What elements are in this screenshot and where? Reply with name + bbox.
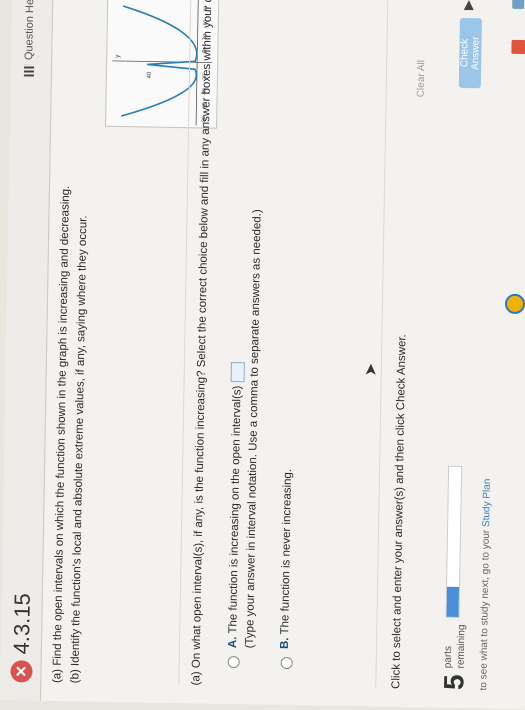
parts-remaining: 5 parts remaining: [438, 624, 470, 691]
parts-label: parts: [442, 645, 455, 669]
footer-divider: [375, 0, 389, 689]
option-a-content: A. The function is increasing on the ope…: [226, 209, 264, 649]
y-tick-label: 40: [147, 71, 153, 78]
clear-all-button[interactable]: Clear All: [416, 60, 428, 97]
blue-app-icon[interactable]: [512, 0, 525, 10]
progress-fill: [446, 586, 460, 617]
help-bubble-icon[interactable]: [504, 293, 525, 315]
interval-answer-box[interactable]: [230, 362, 245, 383]
progress-bar: [445, 465, 463, 619]
study-plan-note: to see what to study next, go to your St…: [478, 479, 493, 691]
option-a-radio[interactable]: [227, 655, 240, 669]
option-b-letter: B.: [278, 637, 292, 650]
option-a[interactable]: A. The function is increasing on the ope…: [226, 209, 264, 669]
parts-count: 5: [438, 674, 470, 691]
study-text: to see what to study next, go to your: [478, 529, 493, 691]
grid-icon: [23, 64, 35, 77]
prompt: (a) Find the open intervals on which the…: [48, 123, 94, 684]
question-help-button[interactable]: Question Help: [23, 0, 37, 77]
screen: ✕ 4.3.15 Question Help (a) Find the open…: [0, 0, 525, 710]
option-a-text: The function is increasing on the open i…: [227, 385, 244, 634]
question-number: 4.3.15: [8, 592, 35, 655]
question-help-label: Question Help: [23, 0, 37, 61]
option-b[interactable]: B. The function is never increasing.: [278, 468, 296, 670]
question-text: (a) On what open interval(s), if any, is…: [190, 0, 215, 686]
option-a-letter: A.: [226, 636, 240, 649]
y-axis-label: y: [114, 54, 121, 58]
x-icon: ✕: [10, 660, 33, 683]
remaining-label: remaining: [455, 624, 468, 669]
question-title: ✕ 4.3.15: [8, 593, 36, 683]
check-answer-button[interactable]: Check Answer: [458, 17, 482, 89]
option-b-text: The function is never increasing.: [279, 468, 295, 635]
option-b-radio[interactable]: [280, 656, 293, 670]
red-app-icon[interactable]: [511, 39, 525, 55]
next-arrow-icon[interactable]: ▶: [460, 0, 476, 10]
instruction-text: Click to select and enter your answer(s)…: [390, 334, 409, 690]
study-plan-link[interactable]: Study Plan: [481, 479, 493, 528]
mouse-cursor-icon: ➤: [362, 362, 380, 377]
option-a-hint: (Type your answer in interval notation. …: [243, 209, 264, 649]
